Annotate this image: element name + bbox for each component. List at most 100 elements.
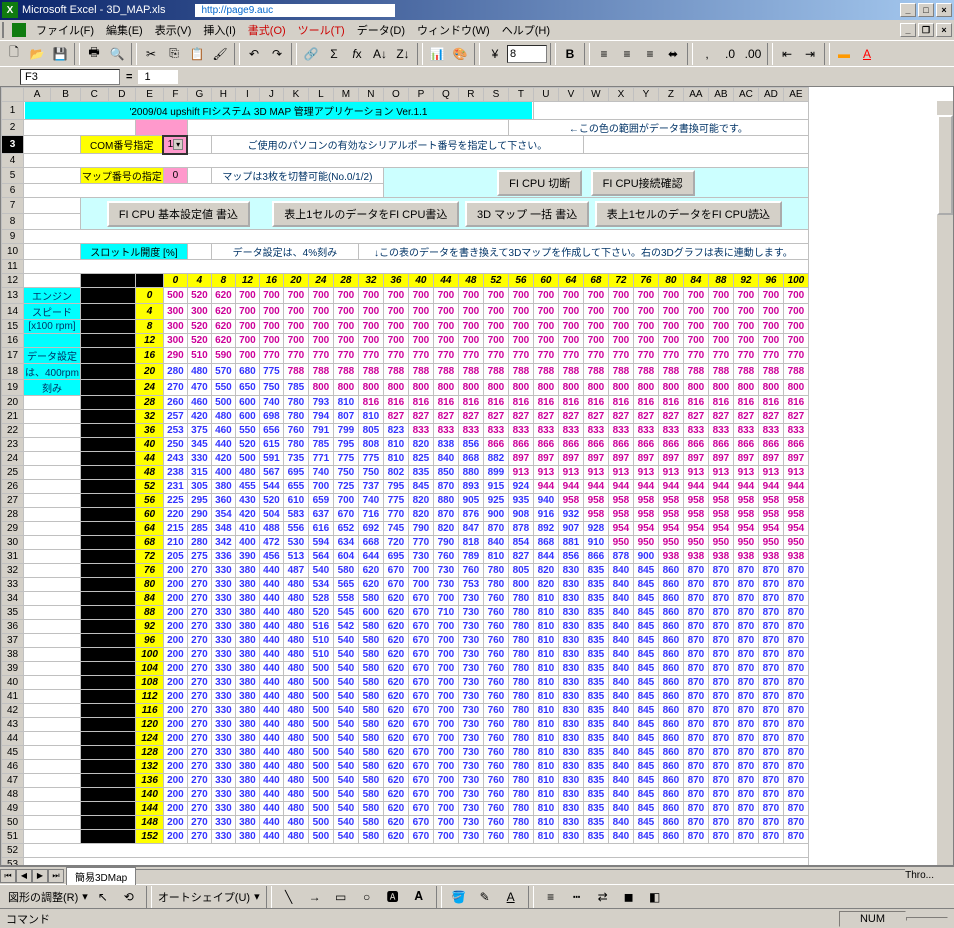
data-cell[interactable]: 866 <box>583 438 608 452</box>
data-cell[interactable]: 810 <box>533 830 558 844</box>
data-cell[interactable]: 881 <box>558 536 583 550</box>
menu-window[interactable]: ウィンドウ(W) <box>411 23 496 39</box>
data-cell[interactable]: 833 <box>508 424 533 438</box>
data-cell[interactable]: 870 <box>758 718 783 732</box>
data-cell[interactable]: 500 <box>308 802 333 816</box>
data-cell[interactable]: 880 <box>433 494 458 508</box>
data-cell[interactable]: 833 <box>658 424 683 438</box>
data-cell[interactable]: 775 <box>358 452 383 466</box>
data-cell[interactable]: 870 <box>433 480 458 494</box>
data-cell[interactable]: 700 <box>483 334 508 348</box>
data-cell[interactable]: 840 <box>608 634 633 648</box>
select-objects-icon[interactable]: ↖ <box>92 886 114 908</box>
data-cell[interactable]: 866 <box>733 438 758 452</box>
data-cell[interactable]: 700 <box>658 320 683 334</box>
data-cell[interactable]: 620 <box>383 704 408 718</box>
data-cell[interactable]: 700 <box>683 304 708 320</box>
data-cell[interactable]: 810 <box>533 760 558 774</box>
data-cell[interactable]: 827 <box>758 410 783 424</box>
data-cell[interactable]: 870 <box>758 774 783 788</box>
col-header[interactable]: AA <box>683 88 708 102</box>
data-cell[interactable]: 604 <box>333 550 358 564</box>
data-cell[interactable]: 500 <box>308 774 333 788</box>
data-cell[interactable]: 670 <box>408 704 433 718</box>
data-cell[interactable]: 950 <box>608 536 633 550</box>
col-header[interactable]: K <box>283 88 308 102</box>
data-cell[interactable]: 791 <box>308 424 333 438</box>
data-cell[interactable]: 330 <box>211 732 235 746</box>
data-cell[interactable]: 700 <box>433 676 458 690</box>
data-cell[interactable]: 816 <box>608 396 633 410</box>
data-cell[interactable]: 800 <box>708 380 733 396</box>
data-cell[interactable]: 700 <box>259 334 283 348</box>
data-cell[interactable]: 870 <box>683 606 708 620</box>
data-cell[interactable]: 870 <box>783 634 808 648</box>
data-cell[interactable]: 540 <box>333 634 358 648</box>
data-cell[interactable]: 348 <box>211 522 235 536</box>
data-cell[interactable]: 835 <box>583 704 608 718</box>
menu-data[interactable]: データ(D) <box>351 23 411 39</box>
data-cell[interactable]: 700 <box>433 304 458 320</box>
data-cell[interactable]: 958 <box>558 494 583 508</box>
data-cell[interactable]: 830 <box>558 592 583 606</box>
data-cell[interactable]: 700 <box>308 288 333 304</box>
data-cell[interactable]: 800 <box>533 380 558 396</box>
data-cell[interactable]: 897 <box>583 452 608 466</box>
data-cell[interactable]: 700 <box>758 304 783 320</box>
data-cell[interactable]: 835 <box>583 746 608 760</box>
line-icon[interactable]: ╲ <box>278 886 300 908</box>
data-cell[interactable]: 480 <box>283 760 308 774</box>
data-cell[interactable]: 860 <box>658 816 683 830</box>
data-cell[interactable]: 897 <box>533 452 558 466</box>
col-header[interactable]: W <box>583 88 608 102</box>
data-cell[interactable]: 816 <box>533 396 558 410</box>
data-cell[interactable]: 810 <box>533 704 558 718</box>
data-cell[interactable]: 200 <box>163 788 187 802</box>
data-cell[interactable]: 330 <box>211 634 235 648</box>
data-cell[interactable]: 558 <box>333 592 358 606</box>
col-header[interactable]: G <box>187 88 211 102</box>
data-cell[interactable]: 860 <box>658 690 683 704</box>
data-cell[interactable]: 670 <box>408 634 433 648</box>
data-cell[interactable]: 700 <box>558 288 583 304</box>
data-cell[interactable]: 870 <box>708 662 733 676</box>
data-cell[interactable]: 840 <box>483 536 508 550</box>
data-cell[interactable]: 856 <box>558 550 583 564</box>
data-cell[interactable]: 870 <box>758 592 783 606</box>
data-cell[interactable]: 870 <box>783 802 808 816</box>
data-cell[interactable]: 833 <box>733 424 758 438</box>
worksheet[interactable]: ABCDEFGHIJKLMNOPQRSTUVWXYZAAABACADAE1'20… <box>0 86 954 866</box>
data-cell[interactable]: 958 <box>733 508 758 522</box>
data-cell[interactable]: 870 <box>683 788 708 802</box>
data-cell[interactable]: 580 <box>358 746 383 760</box>
data-cell[interactable]: 700 <box>558 304 583 320</box>
data-cell[interactable]: 550 <box>211 380 235 396</box>
data-cell[interactable]: 845 <box>633 606 658 620</box>
data-cell[interactable]: 860 <box>658 662 683 676</box>
data-cell[interactable]: 231 <box>163 480 187 494</box>
data-cell[interactable]: 870 <box>708 760 733 774</box>
data-cell[interactable]: 827 <box>508 410 533 424</box>
data-cell[interactable]: 835 <box>583 732 608 746</box>
data-cell[interactable]: 270 <box>187 774 211 788</box>
data-cell[interactable]: 823 <box>383 424 408 438</box>
data-cell[interactable]: 835 <box>583 760 608 774</box>
menu-tools[interactable]: ツール(T) <box>292 23 351 39</box>
data-cell[interactable]: 480 <box>283 648 308 662</box>
data-cell[interactable]: 730 <box>458 662 483 676</box>
data-cell[interactable]: 935 <box>508 494 533 508</box>
data-cell[interactable]: 780 <box>508 830 533 844</box>
data-cell[interactable]: 620 <box>383 606 408 620</box>
data-cell[interactable]: 958 <box>708 494 733 508</box>
data-cell[interactable]: 480 <box>235 466 259 480</box>
data-cell[interactable]: 958 <box>683 508 708 522</box>
data-cell[interactable]: 700 <box>508 320 533 334</box>
data-cell[interactable]: 200 <box>163 592 187 606</box>
data-cell[interactable]: 730 <box>458 648 483 662</box>
data-cell[interactable]: 840 <box>608 606 633 620</box>
data-cell[interactable]: 840 <box>608 648 633 662</box>
data-cell[interactable]: 480 <box>283 788 308 802</box>
data-cell[interactable]: 700 <box>433 788 458 802</box>
data-cell[interactable]: 360 <box>211 494 235 508</box>
data-cell[interactable]: 700 <box>733 320 758 334</box>
